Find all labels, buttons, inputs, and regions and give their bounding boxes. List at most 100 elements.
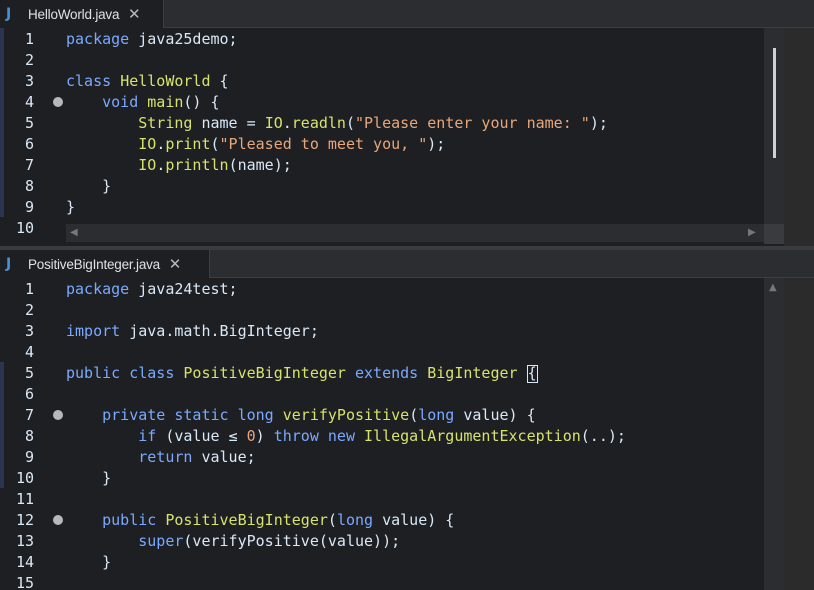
code-line[interactable]: } — [66, 468, 111, 489]
code-line[interactable]: String name = IO.readln("Please enter yo… — [66, 113, 608, 134]
code-token: PositiveBigInteger — [165, 511, 328, 529]
code-token: import — [66, 322, 130, 340]
code-line[interactable]: super(verifyPositive(value)); — [66, 531, 400, 552]
tab-positivebiginteger-java[interactable]: J PositiveBigInteger.java ✕ — [0, 250, 210, 278]
code-token: private static long — [102, 406, 283, 424]
code-line[interactable]: import java.math.BigInteger; — [66, 321, 319, 342]
code-editor[interactable]: 1 2 3 4 5 6 7 8 9 10 11 12 13 14 15 package java24test… — [0, 278, 764, 590]
code-token: IllegalArgumentException — [364, 427, 581, 445]
code-token: verifyPositive — [282, 406, 410, 424]
tab-bar: J PositiveBigInteger.java ✕ — [0, 250, 814, 278]
line-number: 14 — [15, 553, 34, 571]
scroll-right-icon[interactable]: ▶ — [748, 227, 756, 238]
fold-marker-icon[interactable] — [53, 97, 63, 107]
fold-marker-icon[interactable] — [53, 410, 63, 420]
line-number: 10 — [15, 469, 34, 487]
code-token: throw new — [273, 427, 365, 445]
code-token: "Pleased to meet you, " — [219, 135, 428, 153]
code-line[interactable]: public class PositiveBigInteger extends … — [66, 363, 538, 384]
horizontal-scrollbar[interactable]: ◀ ▶ — [66, 224, 764, 242]
code-token: } — [66, 469, 112, 487]
code-token: ( — [210, 135, 220, 153]
line-number-gutter: 1 2 3 4 5 6 7 8 9 10 — [0, 28, 66, 246]
code-line[interactable]: } — [66, 176, 111, 197]
code-line[interactable]: IO.print("Pleased to meet you, "); — [66, 134, 445, 155]
tab-bar: J HelloWorld.java ✕ — [0, 0, 814, 28]
code-line[interactable]: } — [66, 197, 75, 218]
line-number: 6 — [24, 135, 34, 153]
line-number: 5 — [24, 114, 34, 132]
code-token: println — [165, 156, 229, 174]
code-editor[interactable]: 1 2 3 4 5 6 7 8 9 10 package java25demo; class Hel… — [0, 28, 764, 246]
code-token: (value ≤ — [165, 427, 247, 445]
editor-pane-positivebiginteger: J PositiveBigInteger.java ✕ 1 2 3 4 5 6 7 8 9 10 1… — [0, 250, 814, 590]
code-token: super — [138, 532, 184, 550]
java-file-icon: J — [6, 6, 12, 22]
code-token: if — [138, 427, 166, 445]
code-area[interactable]: package java25demo; class HelloWorld { vo… — [66, 28, 764, 246]
line-number: 5 — [24, 364, 34, 382]
code-line[interactable]: class HelloWorld { — [66, 71, 229, 92]
code-token: IO — [138, 135, 157, 153]
code-line[interactable]: } — [66, 552, 111, 573]
line-number: 8 — [24, 427, 34, 445]
code-token: BigInteger — [427, 364, 527, 382]
line-number: 8 — [24, 177, 34, 195]
line-number: 12 — [15, 511, 34, 529]
line-number: 7 — [24, 156, 34, 174]
code-token: void — [102, 93, 148, 111]
code-line[interactable]: package java25demo; — [66, 29, 238, 50]
code-line[interactable]: void main() { — [66, 92, 219, 113]
line-number: 6 — [24, 385, 34, 403]
fold-marker-icon[interactable] — [53, 515, 63, 525]
scrollbar-thumb[interactable] — [773, 48, 776, 158]
code-token: ( — [327, 511, 337, 529]
code-token: class — [66, 72, 121, 90]
code-token: print — [165, 135, 211, 153]
editor-pane-helloworld: J HelloWorld.java ✕ 1 2 3 4 5 6 7 8 9 10 package … — [0, 0, 814, 246]
line-number: 3 — [24, 72, 34, 90]
code-token: . — [156, 156, 166, 174]
code-token: } — [66, 177, 112, 195]
code-token: String — [138, 114, 202, 132]
code-token: return — [138, 448, 202, 466]
vertical-scrollbar[interactable] — [764, 28, 784, 244]
code-token: } — [66, 553, 112, 571]
code-token: 0 — [246, 427, 256, 445]
line-number: 3 — [24, 322, 34, 340]
code-token: package — [66, 280, 139, 298]
code-line[interactable]: return value; — [66, 447, 255, 468]
code-line[interactable]: if (value ≤ 0) throw new IllegalArgument… — [66, 426, 626, 447]
code-token: ); — [427, 135, 446, 153]
scroll-up-icon[interactable]: ▲ — [769, 282, 777, 293]
line-number: 7 — [24, 406, 34, 424]
code-token: package — [66, 30, 139, 48]
code-line[interactable]: private static long verifyPositive(long … — [66, 405, 536, 426]
code-token: ( — [345, 114, 355, 132]
code-token: public class — [66, 364, 184, 382]
line-number: 9 — [24, 448, 34, 466]
code-line[interactable]: public PositiveBigInteger(long value) { — [66, 510, 454, 531]
code-token: IO — [138, 156, 157, 174]
vertical-scrollbar[interactable]: ▲ — [764, 278, 784, 590]
close-icon[interactable]: ✕ — [168, 255, 182, 273]
code-area[interactable]: package java24test; import java.math.BigI… — [66, 278, 764, 590]
tab-label: PositiveBigInteger.java — [28, 256, 160, 272]
code-token: "Please enter your name: " — [355, 114, 590, 132]
code-token: ) — [255, 427, 274, 445]
line-number: 1 — [24, 30, 34, 48]
bracket-match: { — [526, 363, 538, 383]
line-number: 10 — [15, 219, 34, 237]
code-token: . — [282, 114, 292, 132]
code-token: java.math.BigInteger; — [129, 322, 319, 340]
code-line[interactable]: package java24test; — [66, 279, 238, 300]
code-token: . — [156, 135, 166, 153]
tab-helloworld-java[interactable]: J HelloWorld.java ✕ — [0, 0, 164, 28]
code-token: ( — [409, 406, 419, 424]
code-line[interactable]: IO.println(name); — [66, 155, 292, 176]
scroll-left-icon[interactable]: ◀ — [70, 227, 78, 238]
close-icon[interactable]: ✕ — [127, 5, 141, 23]
